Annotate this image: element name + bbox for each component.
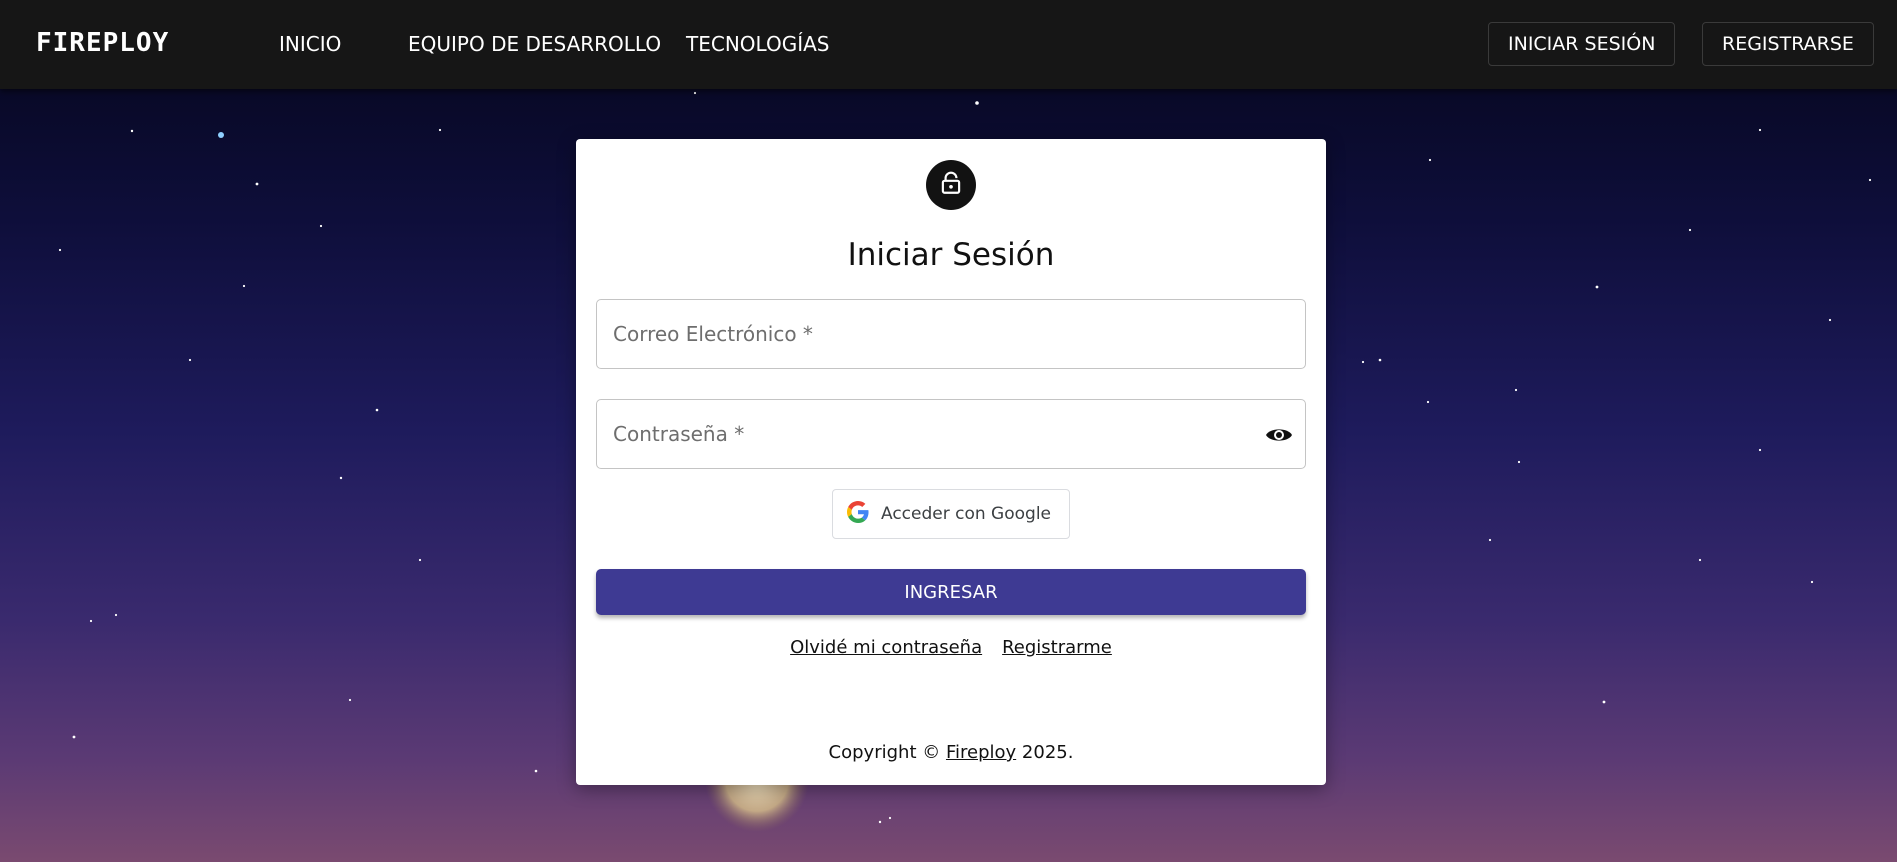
nav-link-tecnologias[interactable]: TECNOLOGÍAS <box>686 32 829 56</box>
password-field <box>596 399 1306 469</box>
nav-link-equipo[interactable]: EQUIPO DE DESARROLLO <box>408 32 661 56</box>
auth-links: Olvidé mi contraseña Registrarme <box>576 637 1326 658</box>
login-card: Iniciar Sesión Acceder con Google INGRES… <box>576 139 1326 785</box>
nav-register-button[interactable]: REGISTRARSE <box>1702 22 1874 66</box>
page-title: Iniciar Sesión <box>847 237 1055 273</box>
password-input[interactable] <box>597 400 1305 468</box>
google-signin-button[interactable]: Acceder con Google <box>832 489 1070 539</box>
forgot-password-link[interactable]: Olvidé mi contraseña <box>790 637 982 658</box>
lock-icon <box>938 170 964 200</box>
register-link[interactable]: Registrarme <box>1002 637 1112 658</box>
eye-icon[interactable] <box>1263 419 1295 451</box>
copyright-prefix: Copyright © <box>828 742 941 763</box>
google-signin-label: Acceder con Google <box>881 504 1051 524</box>
nav-login-button[interactable]: INICIAR SESIÓN <box>1488 22 1676 66</box>
nav-link-inicio[interactable]: INICIO <box>279 32 341 56</box>
lock-avatar <box>926 160 976 210</box>
submit-login-button[interactable]: INGRESAR <box>596 569 1306 615</box>
email-input[interactable] <box>597 300 1305 368</box>
copyright-year: 2025. <box>1021 742 1074 763</box>
top-navbar: FIREPLOY INICIO EQUIPO DE DESARROLLO TEC… <box>0 0 1897 89</box>
email-field <box>596 299 1306 369</box>
copyright-footer: Copyright © Fireploy 2025. <box>576 742 1326 763</box>
google-icon <box>847 501 869 527</box>
brand-logo[interactable]: FIREPLOY <box>36 28 169 58</box>
copyright-brand-link[interactable]: Fireploy <box>946 742 1016 763</box>
